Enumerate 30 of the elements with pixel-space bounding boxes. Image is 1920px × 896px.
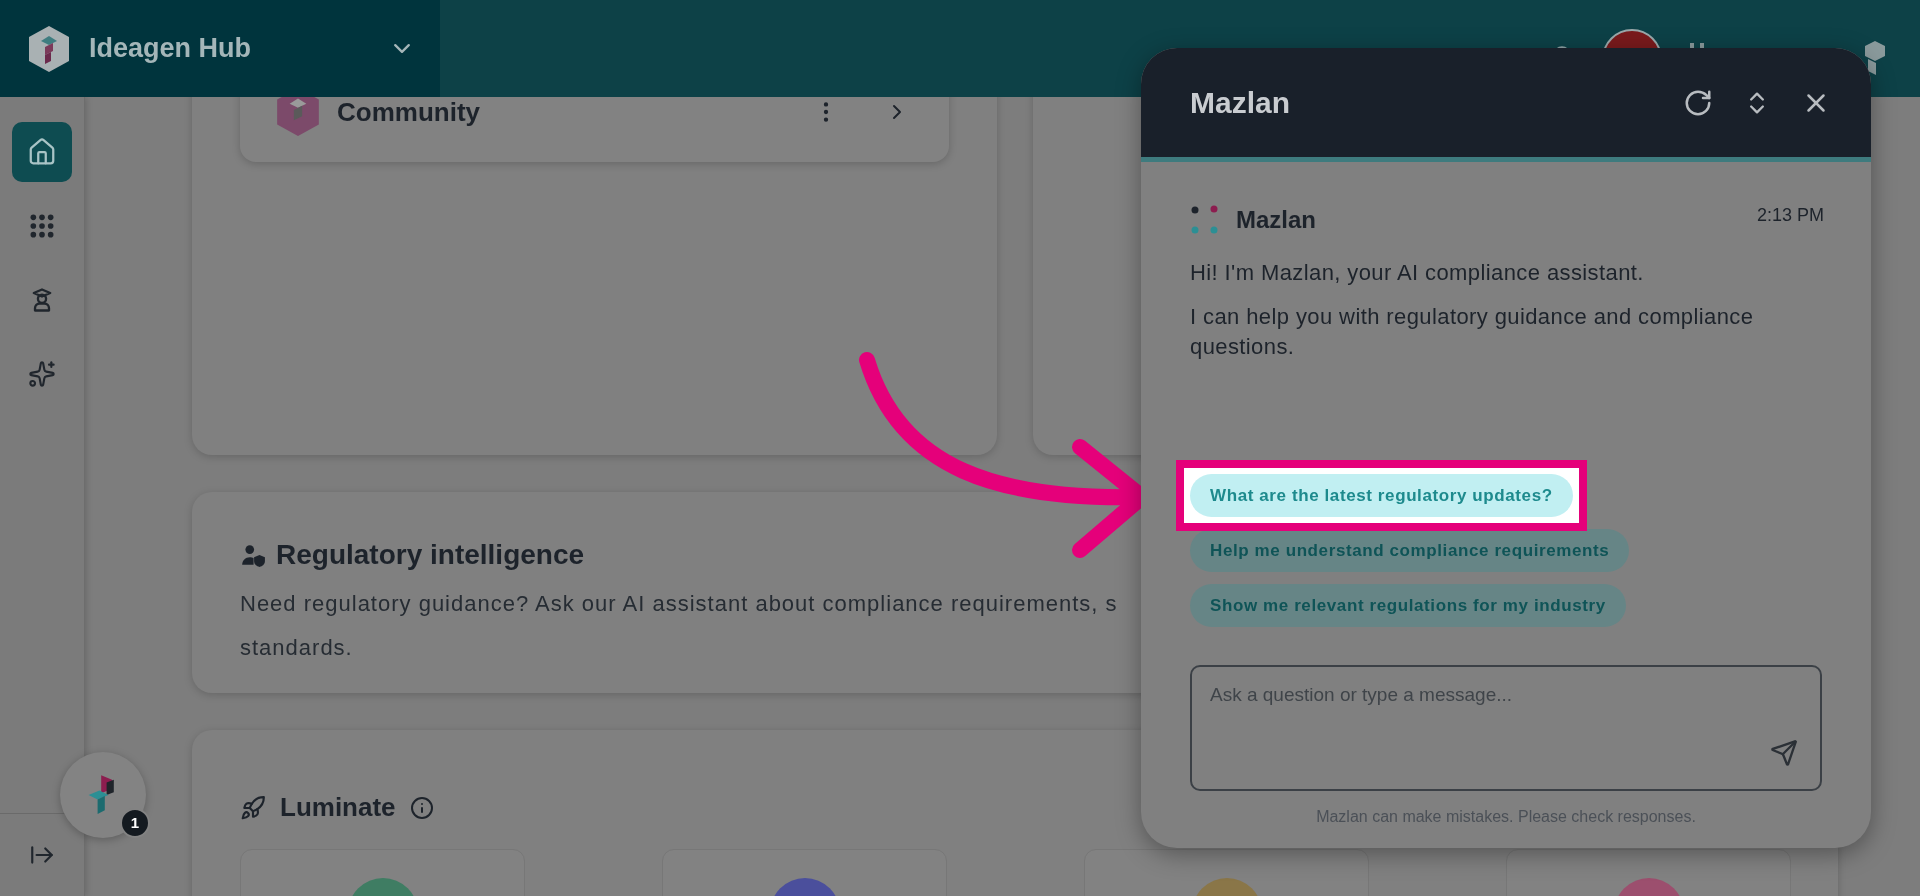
suggestion-chip[interactable]: Show me relevant regulations for my industry <box>1190 584 1626 627</box>
message-text: Hi! I'm Mazlan, your AI compliance assistant. <box>1190 259 1645 287</box>
card-title: Regulatory intelligence <box>276 538 585 572</box>
card-title: Luminate <box>280 791 396 824</box>
card-description: Need regulatory guidance? Ask our AI assistant about compliance requirements, s <box>240 590 1118 618</box>
home-icon <box>27 137 57 167</box>
info-icon[interactable] <box>409 795 434 820</box>
chat-title: Mazlan <box>1190 85 1292 121</box>
assistant-logo-icon <box>1190 205 1220 235</box>
message-field[interactable]: Ask a question or type a message... <box>1192 667 1820 789</box>
apps-grid-icon <box>29 213 55 239</box>
sender-name: Mazlan <box>1236 205 1317 235</box>
message-text: I can help you with regulatory guidance and compliance questions. <box>1190 303 1755 361</box>
message-time: 2:13 PM <box>1756 204 1824 227</box>
chevron-down-icon <box>394 44 410 53</box>
send-icon[interactable] <box>1770 739 1798 767</box>
suggestion-chip[interactable]: Help me understand compliance requirements <box>1190 529 1630 572</box>
app-switcher[interactable]: Ideagen Hub <box>0 0 440 97</box>
community-card[interactable]: Community <box>240 97 949 162</box>
card-description: standards. <box>240 634 353 662</box>
user-shield-icon <box>240 542 266 568</box>
suggestion-chip[interactable]: What are the latest regulatory updates? <box>1190 474 1573 517</box>
hub-logo-icon <box>27 24 71 73</box>
card-title: Community <box>337 97 480 126</box>
rocket-icon <box>240 794 266 821</box>
notification-badge: 1 <box>120 808 150 838</box>
app-name: Ideagen Hub <box>89 32 252 66</box>
sparkles-icon <box>28 360 56 388</box>
community-logo-icon <box>275 97 321 137</box>
sidebar-item[interactable] <box>12 122 72 182</box>
